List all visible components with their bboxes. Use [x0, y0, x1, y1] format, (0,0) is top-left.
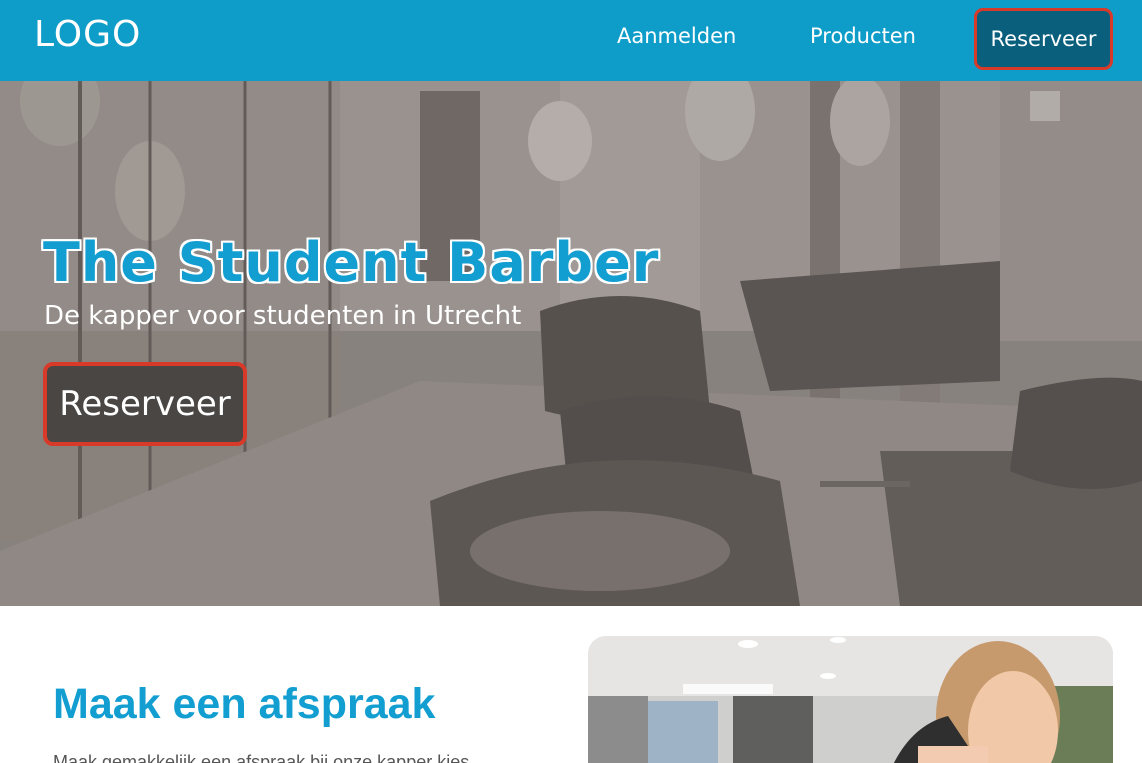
barber-photo: [588, 636, 1113, 763]
hero-title: The Student Barber: [43, 231, 660, 294]
top-navbar: LOGO Aanmelden Producten Reserveer: [0, 0, 1142, 81]
nav-link-producten[interactable]: Producten: [810, 24, 916, 48]
nav-reserveer-button[interactable]: Reserveer: [974, 8, 1113, 70]
barber-photo-image: [588, 636, 1113, 763]
hero-overlay: [0, 81, 1142, 606]
appointment-heading: Maak een afspraak: [53, 680, 436, 728]
hero-section: The Student Barber De kapper voor studen…: [0, 81, 1142, 606]
hero-reserveer-button[interactable]: Reserveer: [43, 362, 247, 446]
nav-link-aanmelden[interactable]: Aanmelden: [617, 24, 736, 48]
hero-subtitle: De kapper voor studenten in Utrecht: [44, 301, 522, 331]
appointment-text: Maak gemakkelijk een afspraak bij onze k…: [53, 752, 470, 763]
site-logo[interactable]: LOGO: [34, 14, 141, 55]
